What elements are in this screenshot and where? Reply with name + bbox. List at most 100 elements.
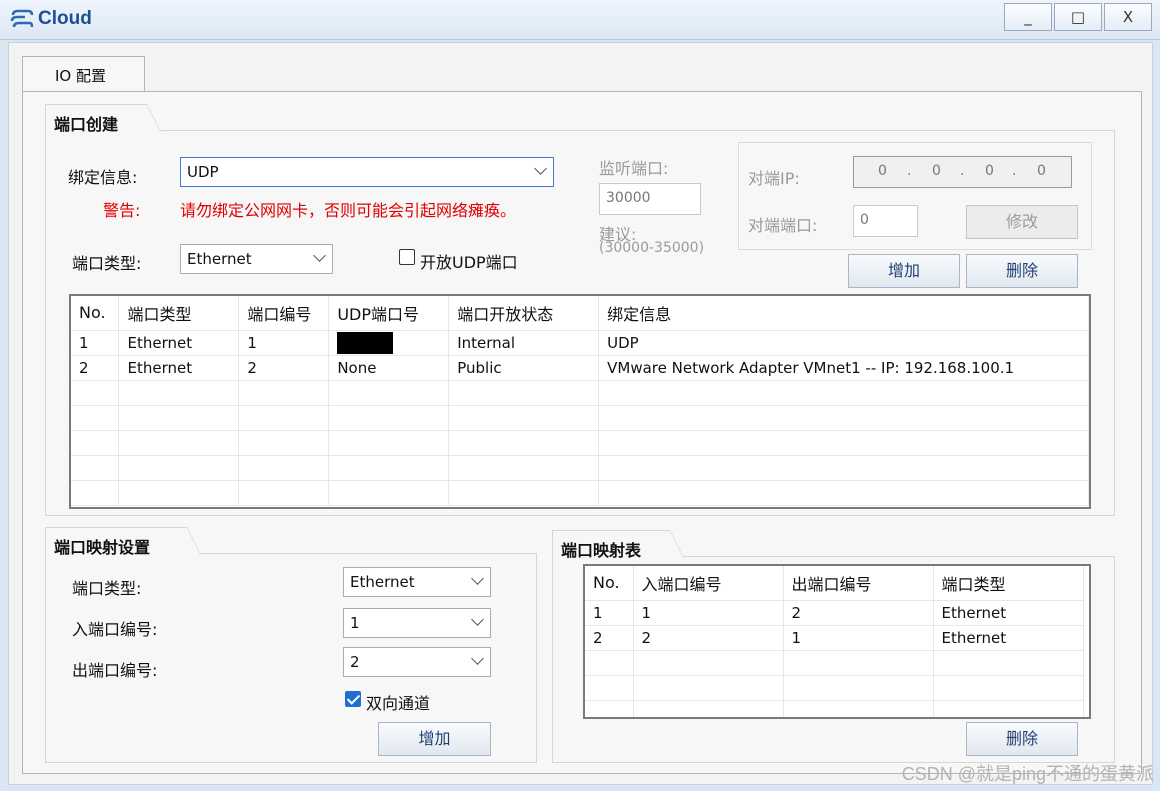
table-cell: 2 [585, 625, 634, 651]
table-cell: 1 [783, 625, 934, 651]
listen-port-input[interactable]: 30000 [599, 183, 701, 215]
table-cell: VMware Network Adapter VMnet1 -- IP: 192… [598, 355, 1089, 381]
mapping-settings-title: 端口映射设置 [45, 527, 201, 557]
column-header[interactable]: UDP端口号 [328, 296, 450, 331]
peer-ip-input[interactable]: 0 . 0 . 0 . 0 [853, 156, 1072, 188]
port-create-title: 端口创建 [45, 104, 161, 134]
mapping-table[interactable]: No. 入端口编号 出端口编号 端口类型 1 1 2 Ethernet 2 2 … [583, 564, 1091, 719]
table-row-empty [71, 455, 1089, 481]
delete-port-button[interactable]: 删除 [966, 254, 1078, 288]
column-header[interactable]: 端口编号 [238, 296, 330, 331]
out-port-value: 2 [350, 653, 360, 671]
bind-info-select[interactable]: UDP [180, 157, 554, 187]
table-row-empty [71, 430, 1089, 456]
minimize-button[interactable]: _ [1004, 3, 1052, 31]
bidirectional-label: 双向通道 [366, 694, 431, 713]
in-port-select[interactable]: 1 [343, 608, 491, 638]
table-row[interactable]: 2 Ethernet 2 None Public VMware Network … [71, 355, 1089, 381]
table-cell: 1 [71, 330, 120, 356]
map-port-type-select[interactable]: Ethernet [343, 567, 491, 597]
chevron-down-icon [471, 613, 484, 626]
table-cell [328, 330, 450, 356]
peer-ip-octet-4: 0 [1037, 163, 1047, 179]
table-cell: 2 [238, 355, 330, 381]
chevron-down-icon [471, 572, 484, 585]
table-cell: 2 [633, 625, 784, 651]
watermark-text: CSDN @就是ping不通的蛋黄派 [901, 764, 1154, 784]
column-header[interactable]: No. [71, 296, 120, 331]
ip-dot: . [960, 163, 966, 179]
map-port-type-value: Ethernet [350, 573, 415, 591]
table-row-empty [71, 380, 1089, 406]
table-cell: Ethernet [933, 600, 1084, 626]
column-header[interactable]: 端口类型 [933, 566, 1084, 601]
title-bar[interactable]: Cloud _ □ X [0, 0, 1160, 40]
table-row[interactable]: 1 1 2 Ethernet [585, 600, 1084, 626]
out-port-label: 出端口编号: [72, 661, 158, 680]
table-cell: 2 [71, 355, 120, 381]
add-mapping-button[interactable]: 增加 [378, 722, 491, 756]
port-type-value: Ethernet [187, 250, 252, 268]
out-port-select[interactable]: 2 [343, 647, 491, 677]
table-cell: Ethernet [118, 355, 240, 381]
suggest-range: (30000-35000) [599, 240, 705, 256]
in-port-value: 1 [350, 614, 360, 632]
delete-mapping-button[interactable]: 删除 [966, 722, 1078, 756]
maximize-button[interactable]: □ [1054, 3, 1102, 31]
open-udp-checkbox[interactable] [399, 249, 415, 265]
port-table-grid: No. 端口类型 端口编号 UDP端口号 端口开放状态 绑定信息 1 Ether… [71, 296, 1089, 506]
table-cell: 2 [783, 600, 934, 626]
window-title: Cloud [38, 8, 92, 29]
peer-ip-octet-2: 0 [932, 163, 942, 179]
port-type-select[interactable]: Ethernet [180, 244, 333, 274]
column-header[interactable]: 端口类型 [118, 296, 240, 331]
ip-dot: . [1012, 163, 1018, 179]
table-row-empty [71, 405, 1089, 431]
table-row-empty [585, 650, 1084, 676]
add-port-button[interactable]: 增加 [848, 254, 960, 288]
table-cell: None [328, 355, 450, 381]
tab-io-config[interactable]: IO 配置 [22, 56, 145, 92]
table-cell: 1 [633, 600, 784, 626]
warning-label: 警告: [103, 201, 141, 220]
map-port-type-label: 端口类型: [72, 579, 142, 598]
peer-port-input[interactable]: 0 [853, 205, 918, 237]
table-cell: UDP [598, 330, 1089, 356]
table-row[interactable]: 1 Ethernet 1 Internal UDP [71, 330, 1089, 356]
listen-port-label: 监听端口: [599, 159, 669, 178]
table-cell: Internal [448, 330, 600, 356]
column-header[interactable]: 入端口编号 [633, 566, 784, 601]
port-type-label: 端口类型: [72, 254, 142, 273]
open-udp-label: 开放UDP端口 [420, 253, 518, 272]
chevron-down-icon [313, 249, 326, 262]
column-header[interactable]: 端口开放状态 [448, 296, 600, 331]
mapping-table-title: 端口映射表 [552, 530, 684, 560]
table-header-row: No. 端口类型 端口编号 UDP端口号 端口开放状态 绑定信息 [71, 296, 1089, 331]
bidirectional-checkbox[interactable] [345, 691, 361, 707]
peer-port-label: 对端端口: [748, 216, 818, 235]
table-cell: Ethernet [118, 330, 240, 356]
cloud-app-icon [10, 9, 34, 28]
column-header[interactable]: 出端口编号 [783, 566, 934, 601]
port-table[interactable]: No. 端口类型 端口编号 UDP端口号 端口开放状态 绑定信息 1 Ether… [69, 294, 1091, 509]
peer-ip-octet-1: 0 [878, 163, 888, 179]
table-row[interactable]: 2 2 1 Ethernet [585, 625, 1084, 651]
ip-dot: . [907, 163, 913, 179]
table-header-row: No. 入端口编号 出端口编号 端口类型 [585, 566, 1084, 601]
chevron-down-icon [534, 162, 547, 175]
warning-text: 请勿绑定公网网卡，否则可能会引起网络瘫痪。 [180, 201, 517, 220]
table-cell: 1 [238, 330, 330, 356]
column-header[interactable]: No. [585, 566, 634, 601]
close-button[interactable]: X [1104, 3, 1152, 31]
redacted-block [337, 331, 394, 354]
mapping-table-grid: No. 入端口编号 出端口编号 端口类型 1 1 2 Ethernet 2 2 … [585, 566, 1084, 717]
peer-ip-label: 对端IP: [748, 169, 800, 188]
column-header[interactable]: 绑定信息 [598, 296, 1089, 331]
modify-button[interactable]: 修改 [966, 205, 1078, 239]
in-port-label: 入端口编号: [72, 620, 158, 639]
table-row-empty [585, 700, 1084, 717]
table-row-empty [71, 480, 1089, 506]
peer-ip-octet-3: 0 [985, 163, 995, 179]
bind-info-label: 绑定信息: [68, 168, 138, 187]
table-cell: Public [448, 355, 600, 381]
